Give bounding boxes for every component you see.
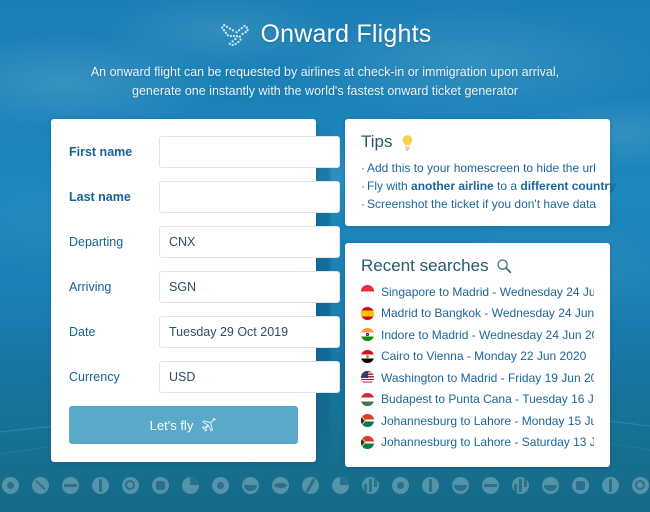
recent-searches-heading-label: Recent searches: [361, 256, 489, 275]
airline-logo-icon: [1, 476, 19, 494]
brand: Onward Flights: [0, 20, 650, 49]
dotted-airplane-icon: [220, 23, 249, 46]
lets-fly-button[interactable]: Let's fly: [69, 406, 298, 444]
airline-logo-icon: [481, 476, 499, 494]
airline-logo-icon: [121, 476, 139, 494]
airline-logo-icon: [271, 476, 289, 494]
recent-search-label: Washington to Madrid - Friday 19 Jun 202…: [381, 370, 594, 385]
tip-bullet: ·: [361, 179, 365, 193]
flag-icon-south-africa: [361, 435, 374, 449]
recent-search-label: Budapest to Punta Cana - Tuesday 16 Jun …: [381, 392, 594, 407]
airline-logo-icon: [61, 476, 79, 494]
flag-icon-hungary: [361, 392, 374, 406]
tagline: An onward flight can be requested by air…: [0, 63, 650, 101]
recent-search-item[interactable]: Cairo to Vienna - Monday 22 Jun 2020: [361, 346, 594, 368]
tip-text-pre: Fly with: [367, 179, 412, 193]
airline-logo-icon: [541, 476, 559, 494]
airline-logo-icon: [31, 476, 49, 494]
tagline-line-1: An onward flight can be requested by air…: [90, 65, 560, 79]
flag-icon-usa: [361, 371, 374, 385]
flag-icon-india: [361, 328, 374, 342]
recent-search-item[interactable]: Johannesburg to Lahore - Monday 15 Jun .…: [361, 410, 594, 432]
tips-heading-label: Tips: [361, 132, 393, 151]
flag-icon-spain: [361, 306, 374, 320]
tip-text-mid: to a: [493, 179, 521, 193]
recent-search-label: Johannesburg to Lahore - Saturday 13 Jun…: [381, 435, 594, 450]
lets-fly-label: Let's fly: [149, 417, 194, 433]
airline-logo-icon: [301, 476, 319, 494]
recent-search-item[interactable]: Singapore to Madrid - Wednesday 24 Jun .…: [361, 281, 594, 303]
recent-search-label: Johannesburg to Lahore - Monday 15 Jun .…: [381, 413, 594, 428]
airline-logo-icon: [91, 476, 109, 494]
airline-logo-icon: [451, 476, 469, 494]
airline-logo-icon: [181, 476, 199, 494]
magnifier-icon: [496, 259, 511, 274]
form-row-departing: Departing: [69, 226, 340, 258]
currency-input[interactable]: [159, 361, 340, 393]
form-row-arriving: Arriving: [69, 271, 340, 303]
tip-item: · Add this to your homescreen to hide the…: [361, 159, 596, 177]
tip-bullet: ·: [361, 197, 365, 211]
tip-text-pre: Screenshot the ticket if you don't have …: [367, 197, 597, 211]
airline-logo-icon: [421, 476, 439, 494]
recent-search-label: Madrid to Bangkok - Wednesday 24 Jun 2..…: [381, 306, 594, 321]
recent-search-item[interactable]: Indore to Madrid - Wednesday 24 Jun 2020: [361, 324, 594, 346]
tip-item: · Fly with another airline to a different…: [361, 177, 616, 195]
tip-text-emphasis-2: different country: [520, 179, 616, 193]
right-column: Tips · Add this to your homescreen to hid…: [345, 119, 616, 467]
tip-bullet: ·: [361, 161, 365, 175]
airline-logo-icon: [211, 476, 229, 494]
airline-logo-icon: [571, 476, 589, 494]
recent-search-item[interactable]: Budapest to Punta Cana - Tuesday 16 Jun …: [361, 389, 594, 411]
tip-text-emphasis-1: another airline: [411, 179, 494, 193]
last-name-label: Last name: [69, 190, 131, 204]
first-name-input[interactable]: [159, 136, 340, 168]
airline-logo-icon: [391, 476, 409, 494]
lightbulb-icon: [402, 134, 412, 151]
page-title: Onward Flights: [260, 20, 432, 48]
recent-search-label: Singapore to Madrid - Wednesday 24 Jun .…: [381, 284, 594, 299]
form-row-currency: Currency: [69, 361, 340, 393]
airplane-icon: [202, 417, 217, 432]
recent-searches-heading: Recent searches: [361, 256, 594, 276]
first-name-label: First name: [69, 145, 133, 159]
recent-search-label: Cairo to Vienna - Monday 22 Jun 2020: [381, 349, 587, 364]
flag-icon-south-africa: [361, 414, 374, 428]
page-header: Onward Flights An onward flight can be r…: [0, 0, 650, 101]
recent-search-item[interactable]: Washington to Madrid - Friday 19 Jun 202…: [361, 367, 594, 389]
tips-heading: Tips: [361, 132, 594, 152]
flag-icon-singapore: [361, 285, 374, 299]
recent-search-item[interactable]: Johannesburg to Lahore - Saturday 13 Jun…: [361, 432, 594, 454]
main-content: First name Last name Departing Arriving Date…: [0, 101, 650, 467]
tip-text-pre: Add this to your homescreen to hide the …: [367, 161, 596, 175]
airline-logo-icon: [361, 476, 379, 494]
airline-logo-icon: [631, 476, 649, 494]
form-row-first-name: First name: [69, 136, 340, 168]
form-row-date: Date: [69, 316, 340, 348]
tagline-line-2: generate one instantly with the world's …: [132, 84, 518, 98]
recent-search-item[interactable]: Madrid to Bangkok - Wednesday 24 Jun 2..…: [361, 303, 594, 325]
tip-item: · Screenshot the ticket if you don't have…: [361, 195, 597, 213]
flag-icon-egypt: [361, 349, 374, 363]
departing-label: Departing: [69, 235, 124, 249]
tips-panel: Tips · Add this to your homescreen to hid…: [345, 119, 616, 226]
arriving-input[interactable]: [159, 271, 340, 303]
flight-search-form: First name Last name Departing Arriving Date…: [51, 119, 340, 462]
airline-logo-icon: [601, 476, 619, 494]
airline-logo-strip: [0, 468, 650, 502]
last-name-input[interactable]: [159, 181, 340, 213]
airline-logo-icon: [331, 476, 349, 494]
date-label: Date: [69, 325, 96, 339]
recent-search-label: Indore to Madrid - Wednesday 24 Jun 2020: [381, 327, 594, 342]
currency-label: Currency: [69, 370, 120, 384]
form-row-last-name: Last name: [69, 181, 340, 213]
airline-logo-icon: [241, 476, 259, 494]
departing-input[interactable]: [159, 226, 340, 258]
airline-logo-icon: [151, 476, 169, 494]
airline-logo-icon: [511, 476, 529, 494]
date-input[interactable]: [159, 316, 340, 348]
arriving-label: Arriving: [69, 280, 112, 294]
recent-searches-panel: Recent searches Singapore to Madrid - We…: [345, 243, 610, 467]
